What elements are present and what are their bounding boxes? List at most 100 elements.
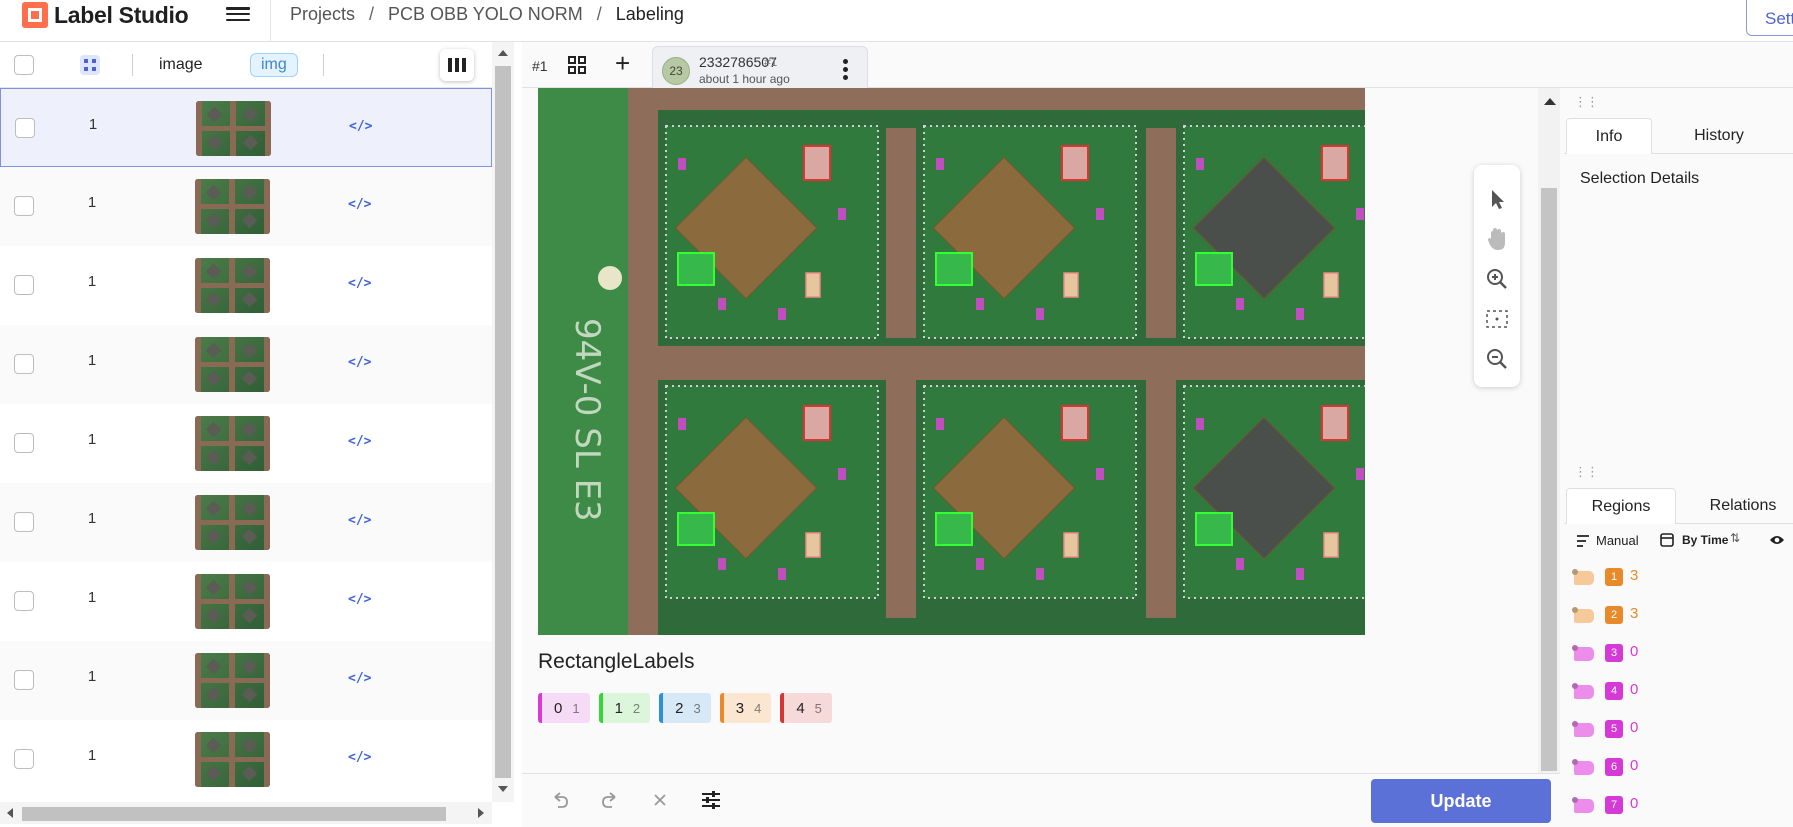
image-thumbnail[interactable] <box>195 653 270 708</box>
region-item[interactable]: 13 <box>1560 561 1793 593</box>
table-row[interactable]: 1 </> <box>0 325 492 404</box>
scroll-right-icon[interactable] <box>478 808 484 818</box>
row-checkbox[interactable] <box>14 196 34 216</box>
breadcrumb-project[interactable]: PCB OBB YOLO NORM <box>388 4 583 25</box>
sort-by-time[interactable]: By Time <box>1682 533 1728 547</box>
drag-handle-icon[interactable]: ⋮⋮ <box>1574 94 1599 110</box>
grid-view-icon[interactable] <box>568 56 586 74</box>
image-thumbnail[interactable] <box>195 179 270 234</box>
table-vertical-scroll-thumb[interactable] <box>495 66 511 778</box>
region-label-icon <box>1574 647 1594 661</box>
label-4[interactable]: 45 <box>780 693 832 723</box>
image-thumbnail[interactable] <box>195 574 270 629</box>
undo-icon[interactable] <box>550 790 570 810</box>
table-row[interactable]: 1 </> <box>0 562 492 641</box>
annotation-tab[interactable]: 23 2332786507 #1 about 1 hour ago <box>652 46 868 90</box>
image-thumbnail[interactable] <box>195 337 270 392</box>
code-icon[interactable]: </> <box>348 197 371 212</box>
tab-history[interactable]: History <box>1664 118 1774 154</box>
menu-icon[interactable] <box>226 4 250 24</box>
region-item[interactable]: 60 <box>1560 751 1793 783</box>
sort-direction-icon[interactable]: ⇅ <box>1730 531 1740 545</box>
scroll-up-icon[interactable] <box>498 50 508 56</box>
add-annotation-icon[interactable]: + <box>615 48 630 79</box>
redo-icon[interactable] <box>600 790 620 810</box>
row-checkbox[interactable] <box>14 591 34 611</box>
label-hotkey: 4 <box>754 700 762 716</box>
code-icon[interactable]: </> <box>349 119 372 134</box>
code-icon[interactable]: </> <box>348 276 371 291</box>
annotation-tabs-bar: #1 + 23 2332786507 #1 about 1 hour ago <box>522 42 1793 90</box>
code-icon[interactable]: </> <box>348 355 371 370</box>
sort-manual[interactable]: Manual <box>1596 533 1639 548</box>
breadcrumb-projects[interactable]: Projects <box>290 4 355 25</box>
row-checkbox[interactable] <box>14 749 34 769</box>
table-row[interactable]: 1 </> <box>0 641 492 720</box>
drag-handle-icon[interactable]: ⋮⋮ <box>1574 464 1599 480</box>
region-item[interactable]: 30 <box>1560 637 1793 669</box>
tab-regions[interactable]: Regions <box>1566 488 1676 524</box>
id-column-icon[interactable] <box>80 55 100 75</box>
row-checkbox[interactable] <box>14 512 34 532</box>
label-name: 3 <box>735 699 745 717</box>
tab-info[interactable]: Info <box>1566 118 1652 154</box>
image-thumbnail[interactable] <box>195 258 270 313</box>
region-item[interactable]: 50 <box>1560 713 1793 745</box>
region-index-badge: 2 <box>1605 606 1623 624</box>
code-icon[interactable]: </> <box>348 671 371 686</box>
code-icon[interactable]: </> <box>348 750 371 765</box>
reset-icon[interactable] <box>650 790 670 810</box>
row-checkbox[interactable] <box>14 354 34 374</box>
scroll-left-icon[interactable] <box>7 808 13 818</box>
update-button[interactable]: Update <box>1371 779 1551 823</box>
code-icon[interactable]: </> <box>348 513 371 528</box>
image-thumbnail[interactable] <box>195 732 270 787</box>
label-3[interactable]: 34 <box>719 693 772 723</box>
table-row[interactable]: 1 </> <box>0 88 492 167</box>
tab-relations[interactable]: Relations <box>1688 488 1793 524</box>
image-thumbnail[interactable] <box>195 416 270 471</box>
app-logo[interactable]: Label Studio <box>22 2 189 28</box>
table-row[interactable]: 1 </> <box>0 167 492 246</box>
table-row[interactable]: 1 </> <box>0 246 492 325</box>
table-horizontal-scroll-thumb[interactable] <box>22 807 446 821</box>
label-0[interactable]: 01 <box>538 693 590 723</box>
row-checkbox[interactable] <box>15 118 35 138</box>
row-checkbox[interactable] <box>14 433 34 453</box>
select-all-checkbox[interactable] <box>14 55 34 75</box>
pan-hand-icon[interactable] <box>1483 225 1511 253</box>
row-checkbox[interactable] <box>14 275 34 295</box>
pointer-icon[interactable] <box>1483 185 1511 213</box>
label-hotkey: 1 <box>572 700 580 716</box>
column-header-image[interactable]: image <box>159 56 203 74</box>
region-item[interactable]: 70 <box>1560 789 1793 821</box>
image-thumbnail[interactable] <box>195 495 270 550</box>
columns-toggle-button[interactable] <box>440 49 474 81</box>
settings-sliders-icon[interactable] <box>700 790 722 810</box>
row-checkbox[interactable] <box>14 670 34 690</box>
table-row[interactable]: 1 </> <box>0 404 492 483</box>
region-label-icon <box>1574 799 1594 813</box>
zoom-in-icon[interactable] <box>1483 265 1511 293</box>
pcb-image[interactable]: 94V-0 SL E3 <box>538 88 1365 635</box>
visibility-eye-icon[interactable] <box>1769 534 1785 546</box>
canvas-vertical-scroll-thumb[interactable] <box>1541 188 1557 771</box>
region-item[interactable]: 40 <box>1560 675 1793 707</box>
canvas-scroll-up-icon[interactable] <box>1544 98 1556 105</box>
table-row[interactable]: 1 </> <box>0 720 492 799</box>
scroll-down-icon[interactable] <box>498 786 508 792</box>
code-icon[interactable]: </> <box>348 434 371 449</box>
more-options-icon[interactable] <box>843 59 849 83</box>
table-row[interactable]: 1 </> <box>0 483 492 562</box>
image-thumbnail[interactable] <box>196 101 271 156</box>
breadcrumb-current: Labeling <box>615 4 684 24</box>
region-item[interactable]: 23 <box>1560 599 1793 631</box>
region-label-text: 0 <box>1630 643 1639 660</box>
label-1[interactable]: 12 <box>598 693 651 723</box>
label-2[interactable]: 23 <box>659 693 711 723</box>
code-icon[interactable]: </> <box>348 592 371 607</box>
fit-to-screen-icon[interactable] <box>1483 305 1511 333</box>
zoom-out-icon[interactable] <box>1483 345 1511 373</box>
rectangle-labels-title: RectangleLabels <box>538 650 695 673</box>
settings-button[interactable]: Sett <box>1746 0 1793 36</box>
